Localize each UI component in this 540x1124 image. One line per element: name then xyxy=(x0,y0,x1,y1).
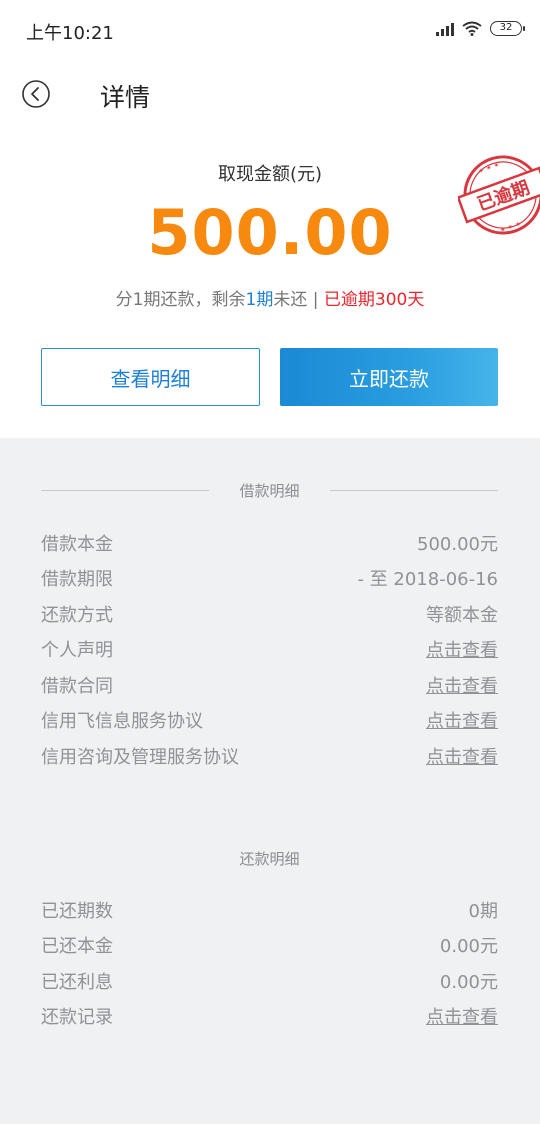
installment-mid: 未还 | xyxy=(273,290,324,310)
view-detail-button[interactable]: 查看明细 xyxy=(41,348,260,406)
row-label: 借款本金 xyxy=(41,534,113,555)
back-icon[interactable] xyxy=(20,78,52,110)
battery-icon: 32 xyxy=(490,21,525,36)
top-panel: 上午10:21 32 详情 取现金额(元) 500.00 ✶ ✶ ✶ ✶ ✶ ✶… xyxy=(0,0,540,438)
row-label: 已还期数 xyxy=(41,901,113,922)
page-title: 详情 xyxy=(100,83,151,112)
app-header: 详情 xyxy=(0,62,540,126)
repay-row-records: 还款记录 点击查看 xyxy=(41,1000,498,1030)
row-value: 等额本金 xyxy=(426,605,498,626)
row-label: 已还本金 xyxy=(41,936,113,957)
row-value: 500.00元 xyxy=(417,534,498,555)
view-link[interactable]: 点击查看 xyxy=(426,672,498,698)
status-time: 上午10:21 xyxy=(26,23,114,44)
loan-section-header: 借款明细 xyxy=(41,480,498,500)
loan-row-personal-statement: 个人声明 点击查看 xyxy=(41,633,498,663)
installment-info: 分1期还款，剩余1期未还 | 已逾期300天 xyxy=(0,285,540,310)
row-label: 个人声明 xyxy=(41,640,113,661)
row-label: 已还利息 xyxy=(41,972,113,993)
loan-row-method: 还款方式 等额本金 xyxy=(41,598,498,628)
repay-section-title: 还款明细 xyxy=(239,850,300,868)
row-label: 信用咨询及管理服务协议 xyxy=(41,747,239,768)
status-icons: 32 xyxy=(436,21,525,36)
loan-row-contract: 借款合同 点击查看 xyxy=(41,669,498,699)
loan-row-principal: 借款本金 500.00元 xyxy=(41,527,498,557)
view-link[interactable]: 点击查看 xyxy=(426,707,498,733)
repay-row-interest: 已还利息 0.00元 xyxy=(41,965,498,995)
loan-row-consulting-agreement: 信用咨询及管理服务协议 点击查看 xyxy=(41,740,498,770)
row-label: 借款合同 xyxy=(41,676,113,697)
row-value: 0.00元 xyxy=(439,972,498,993)
row-label: 借款期限 xyxy=(41,569,113,590)
repay-row-principal: 已还本金 0.00元 xyxy=(41,929,498,959)
overdue-stamp: ✶ ✶ ✶ ✶ ✶ ✶ 已逾期 xyxy=(458,155,540,235)
installment-prefix: 分1期还款，剩余 xyxy=(115,290,246,310)
row-label: 还款记录 xyxy=(41,1007,113,1028)
installment-remaining: 1期 xyxy=(245,290,274,310)
view-link[interactable]: 点击查看 xyxy=(426,636,498,662)
row-value: 0.00元 xyxy=(439,936,498,957)
row-value: - 至 2018-06-16 xyxy=(357,569,498,590)
row-label: 还款方式 xyxy=(41,605,113,626)
repay-section-header: 还款明细 xyxy=(41,848,498,868)
view-link[interactable]: 点击查看 xyxy=(426,743,498,769)
wifi-icon xyxy=(462,21,482,36)
loan-row-info-service-agreement: 信用飞信息服务协议 点击查看 xyxy=(41,704,498,734)
row-label: 信用飞信息服务协议 xyxy=(41,711,203,732)
overdue-days: 已逾期300天 xyxy=(323,290,425,310)
repay-now-button[interactable]: 立即还款 xyxy=(280,348,498,406)
view-link[interactable]: 点击查看 xyxy=(426,1003,498,1029)
signal-icon xyxy=(436,22,454,36)
row-value: 0期 xyxy=(468,901,498,922)
loan-row-term: 借款期限 - 至 2018-06-16 xyxy=(41,562,498,592)
divider xyxy=(330,490,498,491)
status-bar: 上午10:21 32 xyxy=(0,0,540,62)
repay-row-periods: 已还期数 0期 xyxy=(41,894,498,924)
